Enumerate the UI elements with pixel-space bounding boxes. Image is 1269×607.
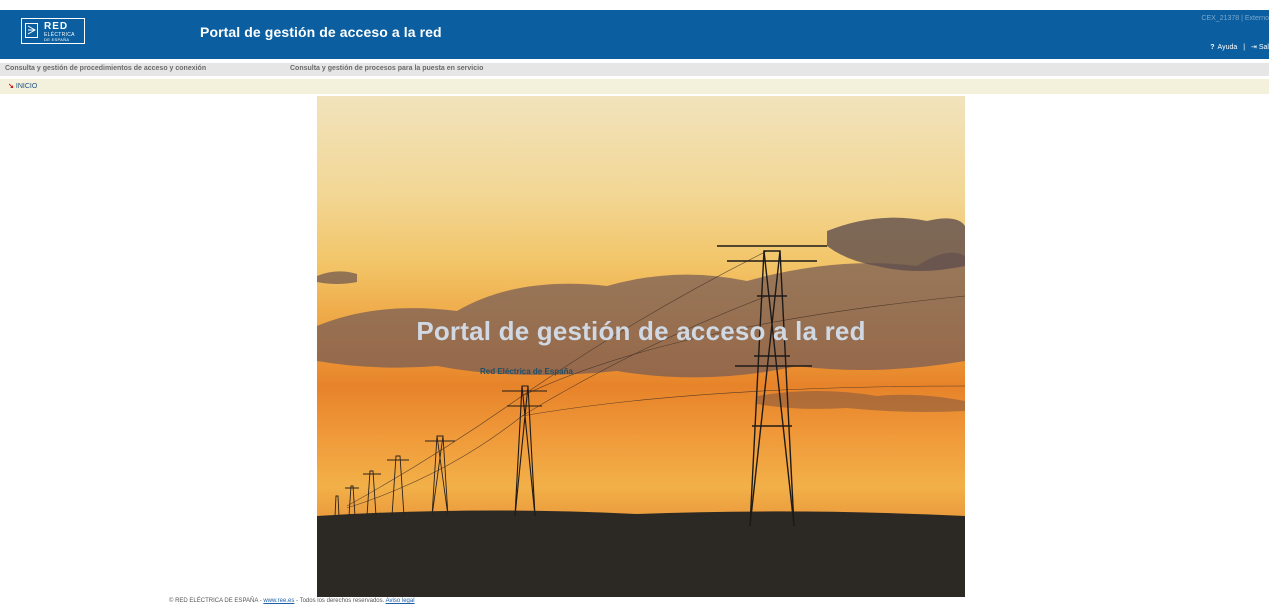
app-header: RED ELÉCTRICA DE ESPAÑA Portal de gestió… (0, 10, 1269, 59)
header-links: ? Ayuda | ⇥ Sal (1210, 43, 1269, 51)
logo-text-espana: DE ESPAÑA (44, 37, 70, 42)
hero-subtitle: Red Eléctrica de España (480, 367, 573, 376)
help-label: Ayuda (1217, 44, 1238, 51)
user-info: CEX_21378 | Externo (1201, 15, 1269, 22)
menu-item-access-procedures[interactable]: Consulta y gestión de procedimientos de … (5, 65, 206, 72)
footer-copyright: © RED ELÉCTRICA DE ESPAÑA - (169, 598, 262, 604)
breadcrumb-arrow-icon: ↘ (8, 83, 14, 90)
hero-title: Portal de gestión de acceso a la red (416, 316, 866, 346)
menu-item-commissioning-processes[interactable]: Consulta y gestión de procesos para la p… (290, 65, 483, 72)
breadcrumb: ↘ INICIO (0, 79, 1269, 94)
help-icon: ? (1210, 44, 1215, 51)
hero-banner-image: Portal de gestión de acceso a la red Red… (317, 96, 965, 597)
header-links-separator: | (1243, 44, 1246, 51)
footer: © RED ELÉCTRICA DE ESPAÑA - www.ree.es -… (169, 598, 415, 604)
ree-logo[interactable]: RED ELÉCTRICA DE ESPAÑA (21, 18, 85, 44)
app-title: Portal de gestión de acceso a la red (200, 24, 442, 40)
logo-text-red: RED (44, 21, 69, 32)
main-menu: Consulta y gestión de procedimientos de … (0, 63, 1269, 76)
footer-rights: - Todos los derechos reservados. (296, 598, 385, 604)
exit-label: Sal (1258, 44, 1269, 51)
exit-link[interactable]: ⇥ Sal (1251, 44, 1269, 51)
footer-ree-link[interactable]: www.ree.es (263, 598, 294, 604)
ree-logo-mark-icon (25, 23, 38, 38)
breadcrumb-home-label: INICIO (15, 83, 38, 90)
breadcrumb-home[interactable]: ↘ INICIO (8, 82, 37, 90)
exit-icon: ⇥ (1251, 44, 1257, 51)
help-link[interactable]: ? Ayuda (1210, 44, 1239, 51)
footer-legal-link[interactable]: Aviso legal (386, 598, 415, 604)
